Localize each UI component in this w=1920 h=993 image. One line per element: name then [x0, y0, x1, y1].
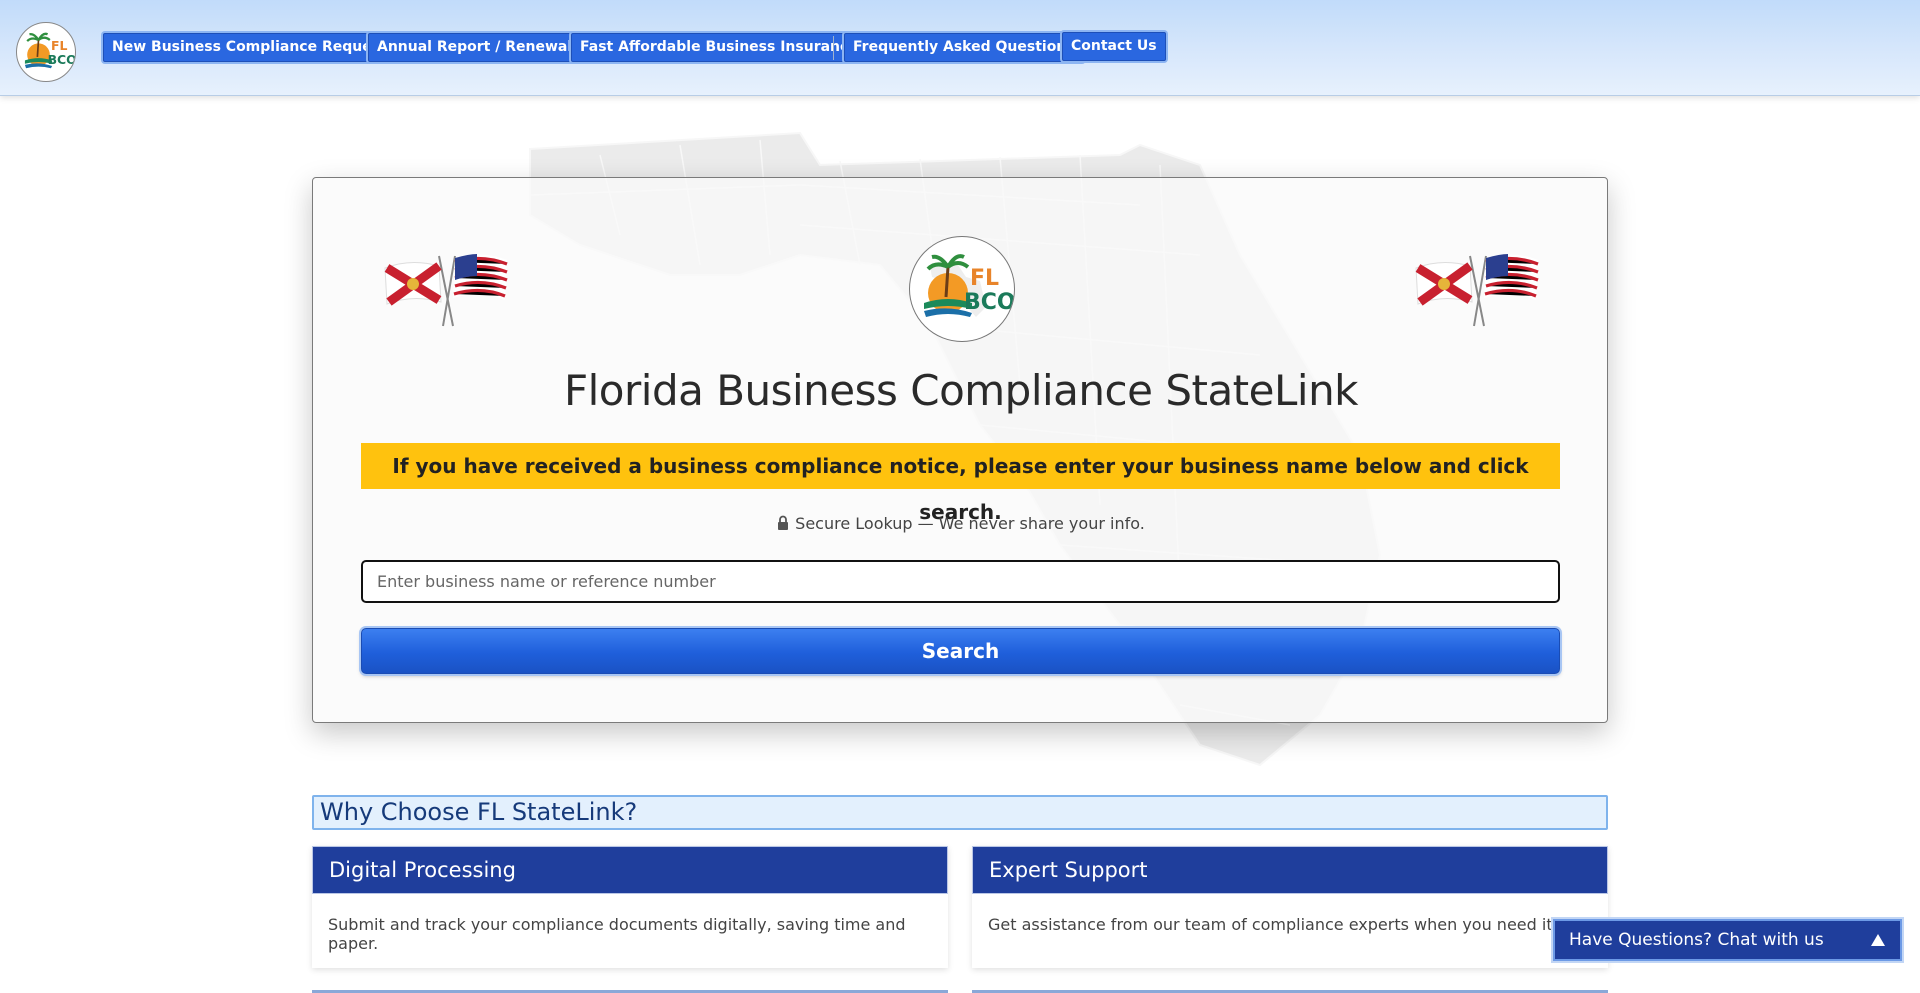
- svg-text:BCO: BCO: [964, 290, 1015, 315]
- page-title: Florida Business Compliance StateLink: [563, 366, 1359, 415]
- florida-us-flags-icon: [384, 254, 508, 327]
- nav-separator: [833, 36, 834, 60]
- feature-title: Expert Support: [972, 846, 1608, 894]
- secure-lookup-note: Secure Lookup — We never share your info…: [313, 514, 1609, 533]
- florida-us-flags-icon: [1415, 254, 1539, 327]
- chat-widget-label: Have Questions? Chat with us: [1569, 930, 1824, 950]
- nav-contact-us[interactable]: Contact Us: [1062, 32, 1166, 61]
- fl-bco-logo[interactable]: FL BCO: [16, 22, 76, 82]
- lock-icon: [778, 515, 789, 530]
- top-navigation-bar: FL BCO New Business Compliance Request A…: [0, 0, 1920, 96]
- chat-widget-toggle[interactable]: Have Questions? Chat with us: [1553, 919, 1902, 961]
- why-choose-heading: Why Choose FL StateLink?: [312, 795, 1608, 830]
- svg-text:BCO: BCO: [48, 52, 76, 67]
- feature-card-expert-support: Expert Support Get assistance from our t…: [972, 846, 1608, 968]
- feature-card-digital-processing: Digital Processing Submit and track your…: [312, 846, 948, 968]
- svg-text:FL: FL: [51, 38, 67, 53]
- search-card: FL BCO Florida Business Compliance State…: [312, 177, 1608, 723]
- nav-annual-report-renewals[interactable]: Annual Report / Renewals: [368, 33, 590, 62]
- nav-faq[interactable]: Frequently Asked Questions: [844, 33, 1084, 62]
- compliance-notice-banner: If you have received a business complian…: [361, 443, 1560, 524]
- svg-text:FL: FL: [970, 266, 999, 291]
- secure-lookup-text: Secure Lookup — We never share your info…: [795, 514, 1145, 533]
- feature-description: Get assistance from our team of complian…: [988, 915, 1558, 934]
- chevron-up-icon: [1871, 934, 1885, 946]
- nav-business-insurance[interactable]: Fast Affordable Business Insurance: [571, 33, 867, 62]
- nav-new-business-compliance-request[interactable]: New Business Compliance Request: [103, 33, 396, 62]
- feature-title: Digital Processing: [312, 846, 948, 894]
- fl-bco-logo-large: FL BCO: [909, 236, 1015, 342]
- search-button[interactable]: Search: [361, 628, 1560, 674]
- business-search-input[interactable]: [361, 560, 1560, 603]
- feature-description: Submit and track your compliance documen…: [328, 915, 906, 953]
